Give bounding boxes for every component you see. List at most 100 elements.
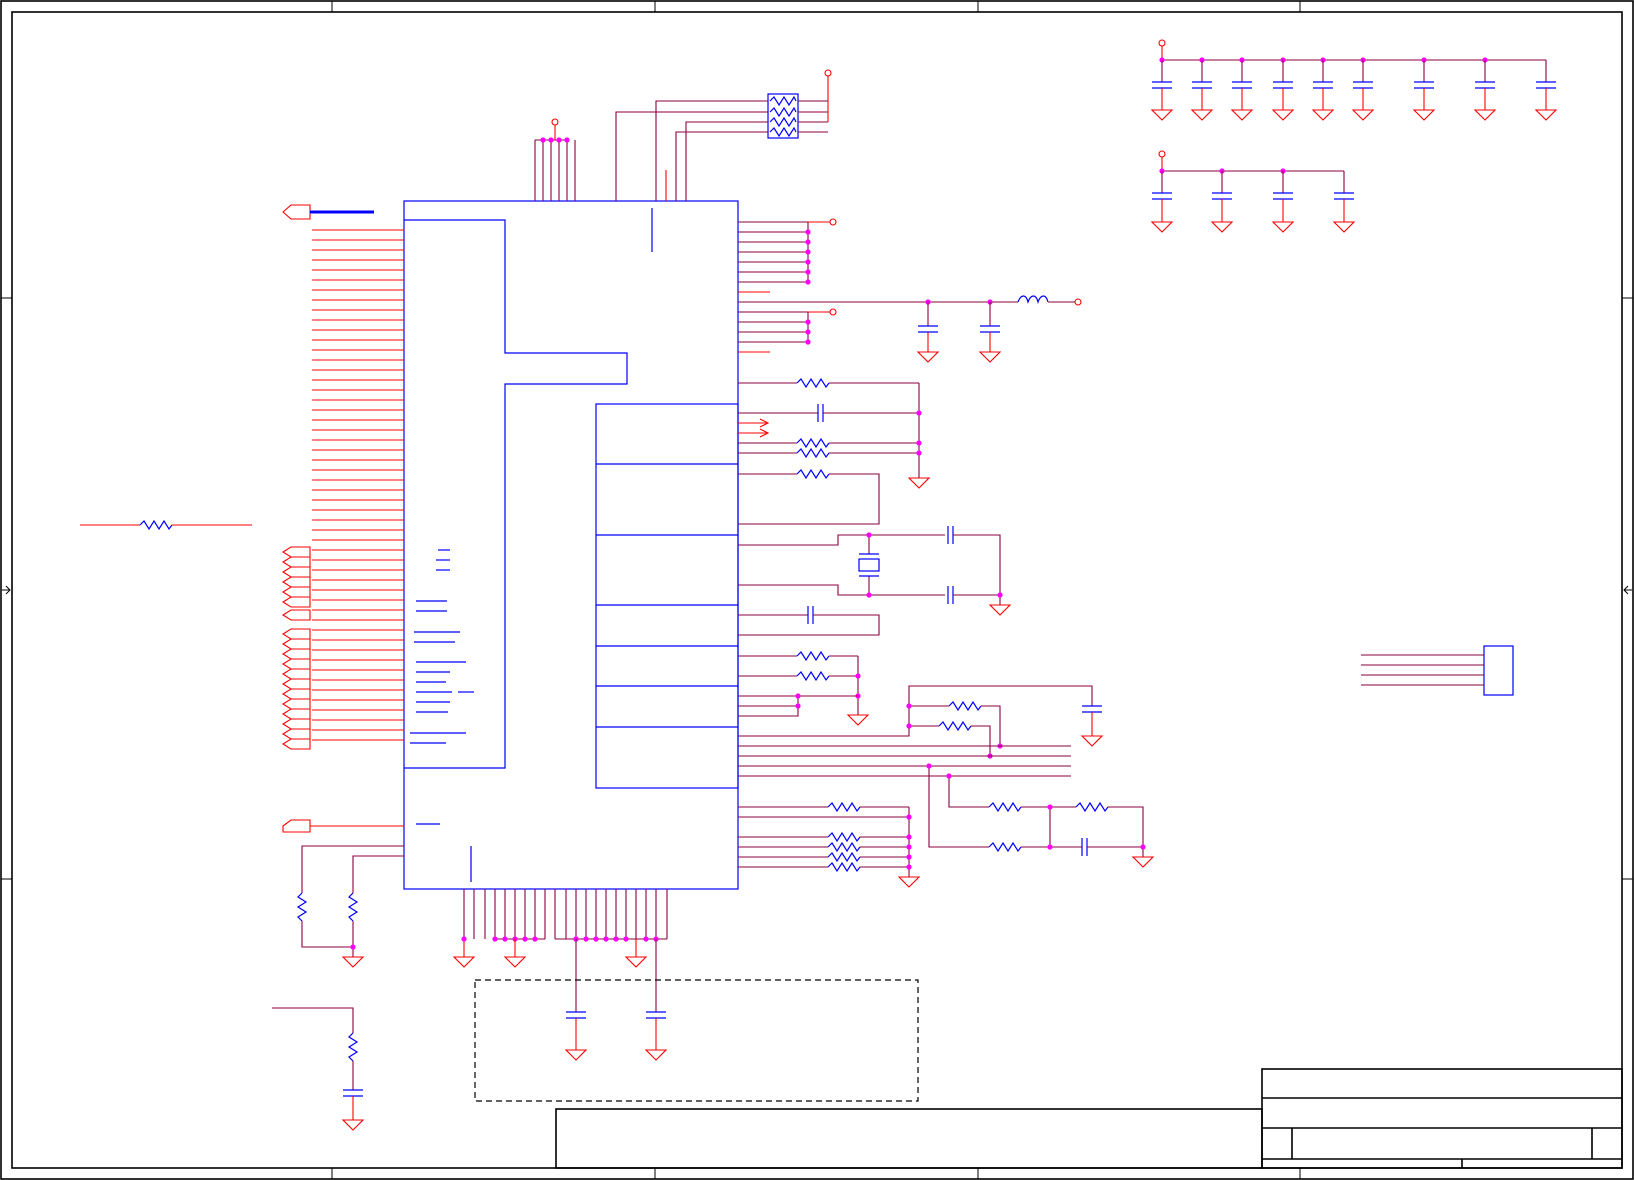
decoupling-capacitor [1273,192,1293,200]
ground-symbol [1080,735,1104,747]
junction-dot [502,936,508,942]
resistor-symbol [827,831,861,843]
header-connector [1361,645,1514,696]
port-marker [281,586,311,598]
title-block [555,1068,1623,1169]
right-analog-networks [738,377,1155,888]
junction-dot [805,259,811,265]
decoupling-capacitor [1313,81,1333,89]
junction-dot [556,137,562,143]
decoupling-capacitor [1152,192,1172,200]
capacitor-symbol [947,586,954,604]
capacitor-symbol [918,325,938,333]
rc-wire [738,685,1093,737]
junction-dot [1140,844,1146,850]
junction-dot [805,269,811,275]
port-marker [281,648,311,660]
port-marker [281,718,311,730]
resistor-array [615,69,832,201]
drawing-frame [0,0,1634,1180]
junction-dot [906,854,912,860]
junction-dot [805,279,811,285]
ic-left-pins [312,229,404,741]
junction-dot [461,936,467,942]
ground-symbol [846,714,870,726]
resistor-symbol [938,720,972,732]
junction-dot [613,936,619,942]
decoupling-capacitor [1414,81,1434,89]
junction-dot [997,592,1003,598]
resistor-symbol [796,437,830,449]
feedback-wire [738,473,880,525]
junction-dot [583,936,589,942]
ic-bottom-pins [452,889,668,1061]
junction-dot [855,673,861,679]
ground-symbol [1311,109,1335,121]
rc-wire [971,725,991,756]
decoupling-capacitor [1192,81,1212,89]
filter-wire [1108,806,1144,857]
resistor-symbol [827,841,861,853]
port-marker [281,688,311,700]
capacitor-symbol [807,606,814,624]
capacitor-symbol [646,1011,666,1019]
ground-symbol [644,1049,668,1061]
series-resistor-left [80,519,252,531]
power-filter [738,295,1082,363]
capacitor-symbol [566,1011,586,1019]
junction-dot [805,319,811,325]
decoupling-caps-row2 [1150,150,1356,233]
junction-dot [548,137,554,143]
resistor-symbol [827,861,861,873]
filter-wire [948,776,989,808]
arrow-marker [759,418,770,438]
junction-dot [643,936,649,942]
resistor-symbol [948,700,982,712]
decoupling-capacitor [1232,81,1252,89]
capacitor-symbol [980,325,1000,333]
port-marker [281,628,311,640]
ground-symbol [452,956,476,968]
capacitor-symbol [1082,705,1102,713]
main-ic [403,200,739,890]
decoupling-capacitor [1475,81,1495,89]
power-port [1158,150,1166,158]
schematic-canvas [0,0,1634,1180]
junction-dot [906,864,912,870]
decoupling-capacitor [1536,81,1556,89]
ground-symbol [1332,221,1356,233]
bottom-rc-network [272,1007,365,1131]
power-port [829,218,837,226]
resistor-symbol [1075,801,1109,813]
junction-dot [916,410,922,416]
port-marker [281,638,311,650]
junction-dot [795,703,801,709]
decoupling-capacitor [1353,81,1373,89]
ground-symbol [1351,109,1375,121]
power-port [1158,39,1166,47]
junction-dot [593,936,599,942]
junction-dot [906,723,912,729]
junction-dot [603,936,609,942]
port-marker [281,678,311,690]
junction-dot [522,936,528,942]
junction-dot [492,936,498,942]
capacitor-symbol [817,404,824,422]
junction-dot [866,532,872,538]
junction-dot [805,229,811,235]
decoupling-capacitor [1152,81,1172,89]
decoupling-capacitor [1212,192,1232,200]
ground-symbol [1534,109,1558,121]
resistor-symbol [988,801,1022,813]
optional-components-region [474,979,919,1102]
ic-right-pins [738,218,837,353]
junction-dot [805,249,811,255]
resistor-symbol [827,801,861,813]
port-marker [281,566,311,578]
port-marker [281,698,311,710]
port-marker [281,556,311,568]
xtal-wire [738,584,945,596]
port-marker [281,596,311,608]
ground-symbol [1150,109,1174,121]
port-marker [281,658,311,670]
